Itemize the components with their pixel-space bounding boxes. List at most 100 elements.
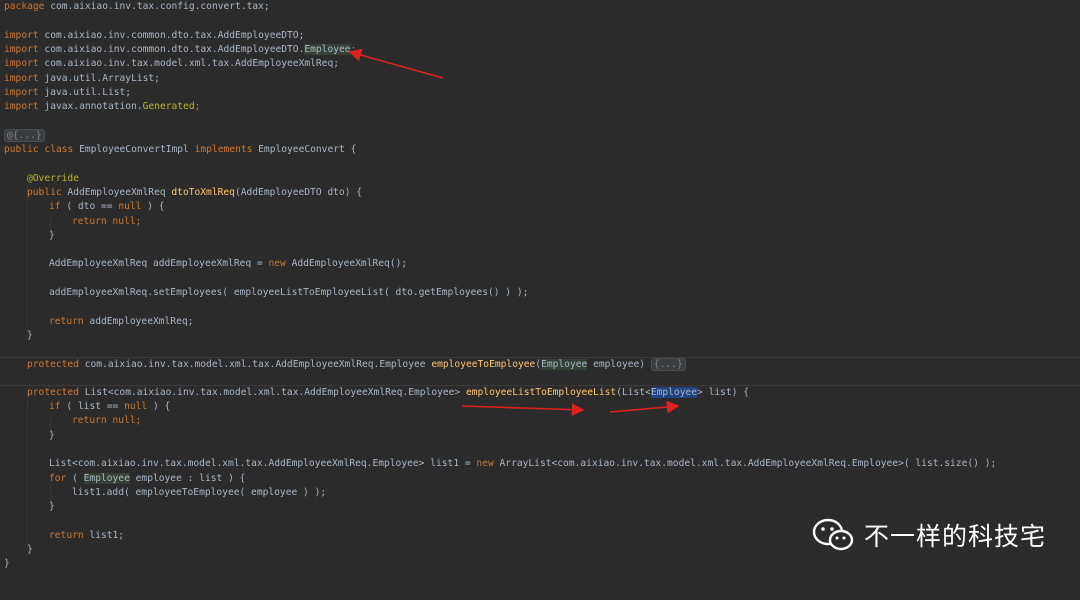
code-text: } <box>49 229 55 241</box>
code-text: ) { <box>141 201 165 213</box>
method-name: employeeToEmployee <box>431 358 536 370</box>
code-text: ; <box>135 215 142 227</box>
keyword: return <box>49 315 84 327</box>
code-line[interactable]: List<com.aixiao.inv.tax.model.xml.tax.Ad… <box>0 457 1080 471</box>
method-name: dtoToXmlReq <box>171 186 235 198</box>
code-line[interactable]: if ( dto == null ) { <box>0 200 1080 214</box>
keyword: new <box>268 258 286 270</box>
method-name: employeeListToEmployeeList <box>465 387 617 399</box>
code-text: List<com.aixiao.inv.tax.model.xml.tax.Ad… <box>78 387 466 399</box>
code-text: AddEmployeeXmlReq addEmployeeXmlReq = <box>49 258 269 270</box>
highlighted-identifier: Employee <box>83 472 130 484</box>
code-line[interactable]: return addEmployeeXmlReq; <box>0 315 1080 329</box>
code-text: } <box>49 429 55 441</box>
keyword: null <box>118 201 142 213</box>
annotation-type: Generated <box>142 101 195 113</box>
keyword: if <box>49 201 61 213</box>
keyword: new <box>476 458 494 470</box>
code-line[interactable]: protected com.aixiao.inv.tax.model.xml.t… <box>0 356 1080 372</box>
code-text: > list) { <box>697 387 750 399</box>
code-line[interactable]: AddEmployeeXmlReq addEmployeeXmlReq = ne… <box>0 257 1080 271</box>
code-text: com.aixiao.inv.common.dto.tax.AddEmploye… <box>38 43 305 55</box>
keyword: import <box>4 58 39 70</box>
keyword: implements <box>194 144 253 155</box>
code-text: } <box>27 329 33 341</box>
code-text: (List< <box>616 387 651 399</box>
keyword: import <box>4 29 39 41</box>
code-text: ; <box>350 43 357 55</box>
code-line[interactable]: import java.util.ArrayList; <box>0 72 1080 86</box>
code-line[interactable]: @{...} <box>0 128 1080 143</box>
code-text: java.util.List; <box>38 86 132 98</box>
code-text: ArrayList<com.aixiao.inv.tax.model.xml.t… <box>493 458 997 470</box>
code-line[interactable]: import com.aixiao.inv.common.dto.tax.Add… <box>0 43 1080 57</box>
code-text: java.util.ArrayList; <box>38 72 160 84</box>
code-line[interactable]: import java.util.List; <box>0 86 1080 100</box>
keyword: import <box>4 43 39 55</box>
keyword: null <box>106 215 136 227</box>
code-line[interactable]: } <box>0 229 1080 243</box>
annotation: @Override <box>27 172 79 184</box>
code-text: list1; <box>83 529 125 541</box>
code-text: ( dto == <box>60 201 119 213</box>
keyword: import <box>4 86 39 98</box>
code-line[interactable]: } <box>0 429 1080 443</box>
code-editor[interactable]: package com.aixiao.inv.tax.config.conver… <box>0 0 1080 583</box>
code-line[interactable]: for ( Employee employee : list ) { <box>0 472 1080 486</box>
code-line[interactable]: public class EmployeeConvertImpl impleme… <box>0 143 1080 157</box>
keyword: return <box>72 215 107 227</box>
code-text: ( list == <box>60 401 125 412</box>
wechat-icon <box>812 518 854 551</box>
folded-region[interactable]: {...} <box>650 357 686 371</box>
code-line[interactable]: list1.add( employeeToEmployee( employee … <box>0 486 1080 500</box>
keyword: protected <box>27 387 79 399</box>
code-text: EmployeeConvert { <box>252 144 357 155</box>
keyword: protected <box>27 358 79 370</box>
code-line[interactable]: return null; <box>0 414 1080 428</box>
code-line[interactable]: @Override <box>0 172 1080 186</box>
code-line[interactable]: import javax.annotation.Generated; <box>0 100 1080 114</box>
keyword: public <box>27 186 62 198</box>
selected-identifier: Employee <box>650 387 698 399</box>
highlighted-identifier: Employee <box>541 358 588 370</box>
keyword: public <box>4 144 39 155</box>
code-text: ; <box>194 101 201 113</box>
code-line[interactable]: } <box>0 557 1080 571</box>
code-line[interactable]: import com.aixiao.inv.common.dto.tax.Add… <box>0 29 1080 43</box>
code-text: com.aixiao.inv.tax.model.xml.tax.AddEmpl… <box>38 58 340 70</box>
code-text: EmployeeConvertImpl <box>73 144 195 155</box>
keyword: return <box>72 415 107 427</box>
keyword: package <box>4 1 45 12</box>
code-text: ( <box>66 472 84 484</box>
keyword: for <box>49 472 67 484</box>
code-line[interactable]: } <box>0 500 1080 514</box>
code-text: com.aixiao.inv.tax.config.convert.tax; <box>44 1 270 12</box>
highlighted-identifier: Employee <box>304 43 351 55</box>
code-line[interactable]: } <box>0 329 1080 343</box>
code-line[interactable]: public AddEmployeeXmlReq dtoToXmlReq(Add… <box>0 186 1080 200</box>
code-line[interactable]: if ( list == null ) { <box>0 400 1080 414</box>
folded-region[interactable]: @{...} <box>4 128 45 142</box>
code-text: list1.add( employeeToEmployee( employee … <box>72 486 327 498</box>
code-text: employee) <box>587 358 651 370</box>
code-text: List<com.aixiao.inv.tax.model.xml.tax.Ad… <box>49 458 477 470</box>
code-line[interactable]: return null; <box>0 215 1080 229</box>
code-line[interactable]: protected List<com.aixiao.inv.tax.model.… <box>0 385 1080 400</box>
code-text: employee : list ) { <box>129 472 246 484</box>
code-text: com.aixiao.inv.common.dto.tax.AddEmploye… <box>38 29 305 41</box>
code-text: } <box>49 501 55 513</box>
code-line[interactable]: import com.aixiao.inv.tax.model.xml.tax.… <box>0 57 1080 71</box>
code-text: AddEmployeeXmlReq <box>61 186 172 198</box>
code-text: javax.annotation. <box>38 101 143 113</box>
keyword: if <box>49 401 61 412</box>
keyword: null <box>124 401 148 412</box>
watermark-text: 不一样的科技宅 <box>864 522 1047 551</box>
code-text: ) { <box>147 401 171 412</box>
watermark: 不一样的科技宅 <box>812 516 1046 554</box>
code-line[interactable]: package com.aixiao.inv.tax.config.conver… <box>0 0 1080 14</box>
code-text: } <box>4 558 10 570</box>
code-text: (AddEmployeeDTO dto) { <box>234 186 363 198</box>
keyword: return <box>49 529 84 541</box>
keyword: class <box>38 144 74 155</box>
code-line[interactable]: addEmployeeXmlReq.setEmployees( employee… <box>0 286 1080 300</box>
